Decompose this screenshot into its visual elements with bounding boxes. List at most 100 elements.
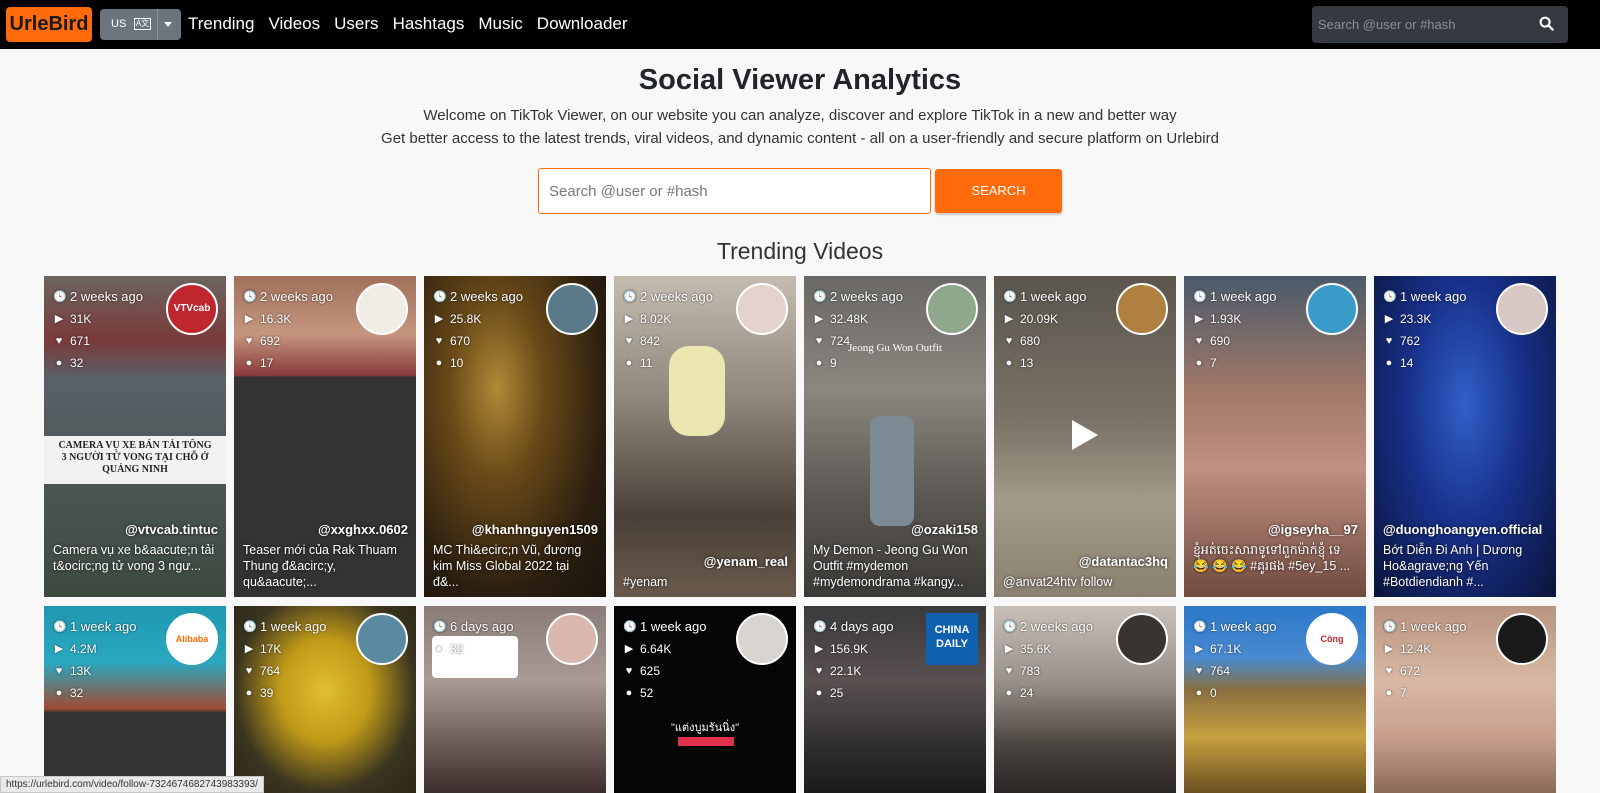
video-card[interactable]: CAMERA VỤ XE BÁN TẢI TÔNG 3 NGƯỜI TỬ VON… xyxy=(44,276,226,597)
clock-icon: 🕓 xyxy=(433,291,447,303)
avatar[interactable]: VTVcab xyxy=(166,283,218,335)
video-username[interactable]: @yenam_real xyxy=(704,554,788,569)
video-likes: 22.1K xyxy=(830,664,862,678)
play-icon: ▶ xyxy=(1194,313,1204,325)
heart-icon: ♥ xyxy=(625,665,633,677)
video-username[interactable]: @duonghoangyen.official xyxy=(1383,522,1542,537)
avatar[interactable] xyxy=(356,613,408,665)
video-time: 2 weeks ago xyxy=(640,289,713,304)
avatar[interactable] xyxy=(926,283,978,335)
heart-icon: ♥ xyxy=(815,665,823,677)
avatar[interactable] xyxy=(736,613,788,665)
video-card[interactable]: 🕓 2 weeks ago ▶ 35.6K ♥ 783 ● 24 xyxy=(994,606,1176,793)
video-plays: 1.93K xyxy=(1210,312,1242,326)
nav-trending[interactable]: Trending xyxy=(188,14,254,34)
video-description: ខ្ញុំអត់ចេះសារាទូទៅពួកម៉ាក់ខ្ញុំ ទេ 😂 😂 … xyxy=(1193,543,1351,573)
comment-icon: ● xyxy=(245,357,253,369)
avatar[interactable] xyxy=(356,283,408,335)
heart-icon: ♥ xyxy=(245,665,253,677)
video-card[interactable]: 🕓 1 week ago ▶ 20.09K ♥ 680 ● 13 @datantac3h… xyxy=(994,276,1176,597)
comment-icon: ● xyxy=(245,687,253,699)
avatar[interactable]: Alibaba Cloud xyxy=(166,613,218,665)
video-plays: 4.2M xyxy=(70,642,97,656)
heart-icon: ♥ xyxy=(435,335,443,347)
site-logo[interactable]: UrleBird xyxy=(6,7,92,42)
heart-icon: ♥ xyxy=(1385,665,1393,677)
video-comments: 9 xyxy=(830,356,837,370)
avatar[interactable] xyxy=(546,613,598,665)
comment-icon: ● xyxy=(1385,357,1393,369)
video-card[interactable]: 🕓 2 weeks ago ▶ 16.3K ♥ 692 ● 17 @xxghxx.060… xyxy=(234,276,416,597)
comment-icon: ● xyxy=(1005,357,1013,369)
avatar[interactable] xyxy=(1116,613,1168,665)
avatar[interactable] xyxy=(736,283,788,335)
video-card[interactable]: 🕓 6 days ago ● 32 xyxy=(424,606,606,793)
search-button[interactable]: SEARCH xyxy=(935,169,1062,213)
avatar[interactable] xyxy=(1116,283,1168,335)
navbar-search-input[interactable]: Search @user or #hash xyxy=(1312,6,1568,43)
video-likes: 671 xyxy=(70,334,91,348)
video-card[interactable]: "แต่งบูมรันนิ่ง" 🕓 1 week ago ▶ 6.64K ♥ 625… xyxy=(614,606,796,793)
video-card[interactable]: 🕓 2 weeks ago ▶ 8.02K ♥ 842 ● 11 @yenam_real… xyxy=(614,276,796,597)
video-stats: 🕓 1 week ago ▶ 67.1K ♥ 764 ● 0 xyxy=(1193,616,1277,704)
avatar[interactable] xyxy=(1496,283,1548,335)
play-icon[interactable] xyxy=(1072,420,1098,450)
video-plays: 35.6K xyxy=(1020,642,1052,656)
avatar[interactable]: Công Thương xyxy=(1306,613,1358,665)
video-username[interactable]: @igseyha__97 xyxy=(1268,522,1358,537)
video-comments: 7 xyxy=(1400,686,1407,700)
video-card[interactable]: 🕓1 week ago ▶ 67.1K ♥ 764 ● 0 Công Thương xyxy=(1184,606,1366,793)
nav-downloader[interactable]: Downloader xyxy=(537,14,628,34)
video-card[interactable]: 🕓 1 week ago ▶ 23.3K ♥ 762 ● 14 @duonghoangy… xyxy=(1374,276,1556,597)
nav-hashtags[interactable]: Hashtags xyxy=(393,14,465,34)
comment-icon: ● xyxy=(55,687,63,699)
video-username[interactable]: @datantac3hq xyxy=(1079,554,1168,569)
play-icon: ▶ xyxy=(1004,313,1014,325)
comment-icon: ● xyxy=(435,643,443,655)
heart-icon: ♥ xyxy=(1195,665,1203,677)
video-likes: 783 xyxy=(1020,664,1041,678)
play-icon: ▶ xyxy=(244,643,254,655)
nav-users[interactable]: Users xyxy=(334,14,378,34)
clock-icon: 🕓 xyxy=(53,291,67,303)
video-plays: 17K xyxy=(260,642,282,656)
clock-icon: 🕓 xyxy=(813,291,827,303)
heart-icon: ♥ xyxy=(625,335,633,347)
video-likes: 625 xyxy=(640,664,661,678)
comment-icon: ● xyxy=(1385,687,1393,699)
video-likes: 13K xyxy=(70,664,92,678)
video-card[interactable]: 🕓 4 days ago ▶ 156.9K ♥ 22.1K ● 25 CHINA DAI… xyxy=(804,606,986,793)
video-card[interactable]: 🕓 2 weeks ago ▶ 25.8K ♥ 670 ● 10 @khanhnguye… xyxy=(424,276,606,597)
nav-music[interactable]: Music xyxy=(478,14,522,34)
play-icon: ▶ xyxy=(624,313,634,325)
video-card[interactable]: 🕓 1 week ago ▶ 17K ♥ 764 ● 39 xyxy=(234,606,416,793)
video-time: 1 week ago xyxy=(640,619,707,634)
video-card[interactable]: Jeong Gu Won Outfit 🕓 2 weeks ago ▶ 32.48K… xyxy=(804,276,986,597)
video-plays: 20.09K xyxy=(1020,312,1059,326)
video-card[interactable]: 🕓 1 week ago ▶ 12.4K ♥ 672 ● 7 xyxy=(1374,606,1556,793)
video-comments: 17 xyxy=(260,356,274,370)
video-time: 4 days ago xyxy=(830,619,894,634)
main-search-input[interactable]: Search @user or #hash xyxy=(538,168,931,214)
avatar[interactable] xyxy=(1496,613,1548,665)
video-stats: 🕓 1 week ago ▶ 4.2M ♥ 13K ● 32 xyxy=(53,616,137,704)
video-username[interactable]: @ozaki158 xyxy=(911,522,978,537)
video-username[interactable]: @xxghxx.0602 xyxy=(318,522,408,537)
hero-subtitle-2: Get better access to the latest trends, … xyxy=(381,130,1219,147)
chevron-down-icon[interactable] xyxy=(164,22,172,27)
video-likes: 762 xyxy=(1400,334,1421,348)
video-comments: 7 xyxy=(1210,356,1217,370)
heart-icon: ♥ xyxy=(1195,335,1203,347)
search-icon[interactable] xyxy=(1539,16,1554,36)
nav-videos[interactable]: Videos xyxy=(268,14,320,34)
video-card[interactable]: 🕓 1 week ago ▶ 1.93K ♥ 690 ● 7 @igseyha__97 … xyxy=(1184,276,1366,597)
figure xyxy=(870,416,914,526)
video-username[interactable]: @khanhnguyen1509 xyxy=(472,522,598,537)
language-selector[interactable]: US A文 xyxy=(100,9,181,40)
avatar[interactable] xyxy=(546,283,598,335)
video-card[interactable]: 🕓1 week ago ▶ 4.2M ♥ 13K ● 32 Alibaba Cloud xyxy=(44,606,226,793)
avatar[interactable]: CHINA DAILY xyxy=(926,613,978,665)
video-username[interactable]: @vtvcab.tintuc xyxy=(125,522,218,537)
avatar[interactable] xyxy=(1306,283,1358,335)
video-likes: 670 xyxy=(450,334,471,348)
